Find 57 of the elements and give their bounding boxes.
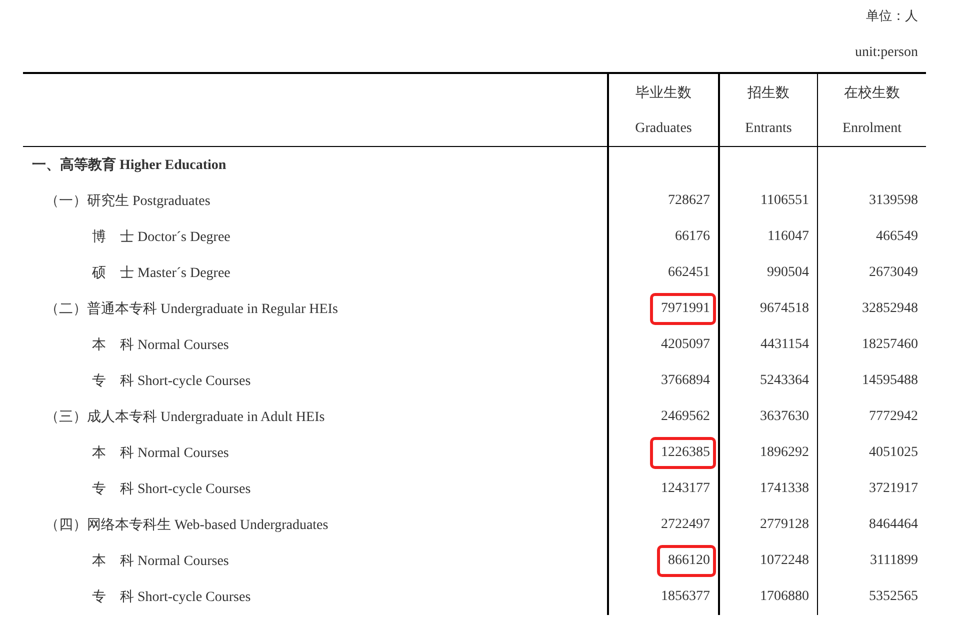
table-cell: 9674518 xyxy=(760,301,809,317)
row-label: 本 科 Normal Courses xyxy=(91,444,229,462)
row-label: （二）普通本专科 Undergraduate in Regular HEIs xyxy=(44,300,338,318)
column-header: Graduates xyxy=(635,120,692,136)
table-cell: 662451 xyxy=(668,265,710,281)
column-header: 毕业生数 xyxy=(636,84,692,102)
table-cell: 1243177 xyxy=(661,481,710,497)
table-cell: 1106551 xyxy=(760,193,809,209)
row-label: 专 科 Short-cycle Courses xyxy=(91,372,251,390)
column-header: Enrolment xyxy=(842,120,902,136)
table-cell: 3766894 xyxy=(661,373,710,389)
column-header: Entrants xyxy=(745,120,792,136)
table-cell: 5243364 xyxy=(760,373,809,389)
table-cell: 7971991 xyxy=(650,293,716,325)
row-label: （一）研究生 Postgraduates xyxy=(44,192,210,210)
table-cell: 2673049 xyxy=(869,265,918,281)
table-cell: 2779128 xyxy=(760,517,809,533)
table-cell: 4051025 xyxy=(869,445,918,461)
row-label: （四）网络本专科生 Web-based Undergraduates xyxy=(44,516,328,534)
table-cell: 4205097 xyxy=(661,337,710,353)
table-cell: 1072248 xyxy=(760,553,809,569)
table-cell: 7772942 xyxy=(869,409,918,425)
table-cell: 1226385 xyxy=(650,437,716,469)
table-cell: 4431154 xyxy=(760,337,809,353)
row-label: 本 科 Normal Courses xyxy=(91,336,229,354)
table-cell: 990504 xyxy=(767,265,809,281)
table-cell: 18257460 xyxy=(862,337,918,353)
table-cell: 8464464 xyxy=(869,517,918,533)
row-label: 硕 士 Master´s Degree xyxy=(91,264,230,282)
table-cell: 2469562 xyxy=(661,409,710,425)
row-label: 专 科 Short-cycle Courses xyxy=(91,480,251,498)
table-cell: 14595488 xyxy=(862,373,918,389)
row-label: 专 科 Short-cycle Courses xyxy=(91,588,251,606)
table-cell: 466549 xyxy=(876,229,918,245)
table-cell: 3139598 xyxy=(869,193,918,209)
row-label: 博 士 Doctor´s Degree xyxy=(91,228,230,246)
table-cell: 116047 xyxy=(768,229,809,245)
table-cell: 2722497 xyxy=(661,517,710,533)
table-cell: 1896292 xyxy=(760,445,809,461)
unit-label: 单位：人 xyxy=(866,8,918,26)
row-label: （三）成人本专科 Undergraduate in Adult HEIs xyxy=(44,408,325,426)
table-cell: 1741338 xyxy=(760,481,809,497)
table-cell: 3637630 xyxy=(760,409,809,425)
table-cell: 866120 xyxy=(657,545,716,577)
table-cell: 66176 xyxy=(675,229,710,245)
column-header: 招生数 xyxy=(748,84,790,102)
table-cell: 3111899 xyxy=(870,553,918,569)
table-cell: 32852948 xyxy=(862,301,918,317)
row-label: 本 科 Normal Courses xyxy=(91,552,229,570)
column-header: 在校生数 xyxy=(844,84,900,102)
table-cell: 728627 xyxy=(668,193,710,209)
unit-label: unit:person xyxy=(855,44,918,62)
row-label: 一、高等教育 Higher Education xyxy=(31,156,226,174)
table-cell: 3721917 xyxy=(869,481,918,497)
table-cell: 5352565 xyxy=(869,589,918,605)
table-cell: 1856377 xyxy=(661,589,710,605)
table-cell: 1706880 xyxy=(760,589,809,605)
